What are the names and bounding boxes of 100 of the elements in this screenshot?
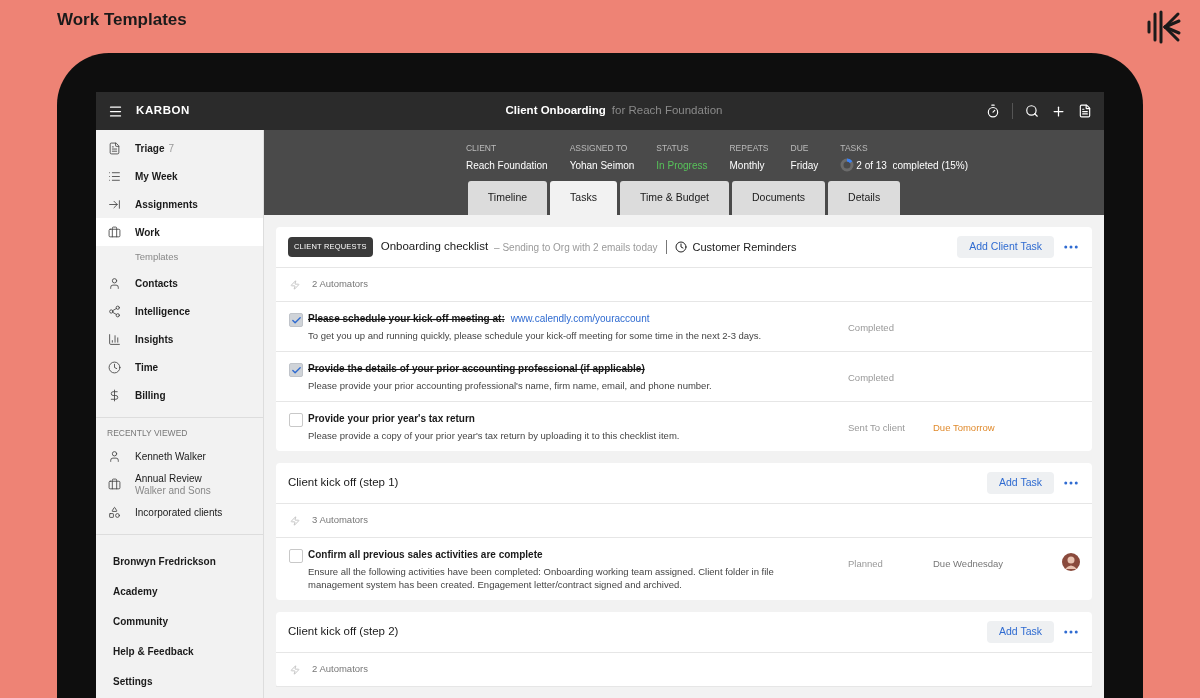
add-icon[interactable]	[1051, 103, 1066, 119]
recent-subtitle: Walker and Sons	[135, 484, 211, 497]
search-icon[interactable]	[1025, 104, 1039, 118]
field-label: REPEATS	[729, 142, 769, 155]
footer-link[interactable]: Settings	[96, 666, 263, 697]
field-value: Reach Foundation	[465, 158, 548, 173]
automators-count: 2 Automators	[312, 277, 368, 292]
clock-icon	[108, 360, 121, 374]
task-status: Planned	[848, 557, 884, 571]
task-description: Please provide a copy of your prior year's tax return by uploading it to this checklist item.	[308, 429, 681, 442]
task-description: Please provide your prior accounting professional's name, firm name, email, and phone number.	[308, 379, 713, 392]
nav-count: 7	[168, 141, 175, 156]
task-checkbox[interactable]	[289, 413, 303, 427]
person-icon	[108, 450, 121, 464]
section-title: Client kick off (step 2)	[288, 624, 399, 640]
field-value: 2 of 13 completed (15%)	[856, 158, 969, 173]
task-status: Completed	[848, 321, 895, 335]
tab[interactable]: Time & Budget	[619, 181, 729, 215]
task-checkbox[interactable]	[289, 313, 303, 327]
section-title: Client kick off (step 1)	[288, 475, 399, 491]
nav-label: My Week	[135, 169, 178, 184]
field-value: In Progress	[656, 158, 708, 173]
lightning-icon	[290, 279, 300, 290]
nav-item[interactable]: Assignments	[96, 190, 263, 218]
recent-item[interactable]: Kenneth Walker	[96, 442, 263, 471]
task-link[interactable]: www.calendly.com/youraccount	[510, 311, 650, 326]
field-value: Friday	[790, 158, 819, 173]
work-client: for Reach Foundation	[611, 103, 723, 119]
nav-item[interactable]: My Week	[96, 162, 263, 190]
recent-item[interactable]: Annual Review Walker and Sons	[96, 470, 263, 499]
lightning-icon	[290, 515, 300, 526]
nav-item[interactable]: Time	[96, 353, 263, 381]
task-status: Completed	[848, 371, 895, 385]
footer-link[interactable]: Bronwyn Fredrickson	[96, 546, 263, 577]
recent-label: Kenneth Walker	[135, 450, 206, 463]
field-label: ASSIGNED TO	[569, 142, 629, 155]
menu-icon[interactable]	[108, 103, 123, 119]
nav-label: Time	[135, 360, 159, 375]
nav-label: Intelligence	[135, 304, 190, 319]
tab[interactable]: Details	[828, 181, 901, 215]
page-title: Work Templates	[57, 8, 187, 31]
nav-label: Triage	[135, 141, 165, 156]
briefcase-icon	[108, 225, 121, 239]
section-title: Onboarding checklist	[380, 239, 489, 255]
task-due-date: Due Wednesday	[933, 557, 1005, 571]
document-icon	[108, 141, 121, 155]
dollar-icon	[108, 388, 121, 402]
field-value: Yohan Seimon	[569, 158, 635, 173]
network-icon	[108, 304, 121, 318]
task-checkbox[interactable]	[289, 363, 303, 377]
task-checkbox[interactable]	[289, 549, 303, 563]
reminder-link[interactable]: Customer Reminders	[692, 238, 797, 256]
field-label: STATUS	[656, 142, 690, 155]
nav-label: Work	[135, 225, 160, 240]
footer-link[interactable]: Help & Feedback	[96, 636, 263, 667]
brand-name: KARBON	[136, 103, 191, 119]
person-icon	[108, 276, 121, 290]
section-subtitle: – Sending to Org with 2 emails today	[494, 240, 658, 255]
arrow-icon	[108, 197, 121, 211]
nav-item[interactable]: Intelligence	[96, 297, 263, 325]
nav-label: Contacts	[135, 276, 178, 291]
tab[interactable]: Documents	[732, 181, 826, 215]
task-title: Confirm all previous sales activities are complete	[308, 548, 543, 562]
nav-label: Assignments	[135, 197, 198, 212]
clock-icon	[674, 241, 687, 253]
automators-count: 3 Automators	[312, 513, 368, 528]
field-label: CLIENT	[465, 142, 498, 155]
task-description: Ensure all the following activities have been completed: Onboarding working team assigned. Client folder in file management system has been created. Engagement letter/contract signed and archived.	[308, 565, 775, 591]
recent-item[interactable]: Incorporated clients	[96, 498, 263, 527]
briefcase-icon	[108, 478, 121, 492]
timer-icon[interactable]	[986, 104, 1000, 118]
tab[interactable]: Tasks	[550, 181, 617, 215]
bar-chart-icon	[108, 332, 121, 346]
add-task-button[interactable]: Add Task	[987, 472, 1054, 494]
tab[interactable]: Timeline	[467, 181, 548, 215]
nav-item[interactable]: Insights	[96, 325, 263, 353]
field-label: DUE	[790, 142, 810, 155]
task-description: To get you up and running quickly, please schedule your kick-off meeting for some time in the next 2-3 days.	[308, 329, 763, 342]
recent-label: Annual Review	[135, 472, 203, 485]
footer-link[interactable]: Academy	[96, 576, 263, 607]
nav-label: Insights	[135, 332, 174, 347]
shapes-icon	[108, 506, 121, 520]
add-task-button[interactable]: Add Task	[987, 621, 1054, 643]
nav-item[interactable]: Contacts	[96, 269, 263, 297]
nav-item[interactable]: Billing	[96, 381, 263, 409]
lightning-icon	[290, 664, 300, 675]
progress-ring	[840, 158, 855, 173]
task-title: Provide your prior year's tax return	[308, 412, 475, 426]
footer-link[interactable]: Community	[96, 606, 263, 637]
add-task-button[interactable]: Add Client Task	[957, 236, 1054, 258]
task-status: Sent To client	[848, 421, 906, 435]
task-due-date: Due Tomorrow	[933, 421, 996, 435]
task-title: Please schedule your kick-off meeting at:	[308, 312, 505, 326]
list-icon	[108, 169, 121, 183]
notes-icon[interactable]	[1078, 104, 1092, 118]
field-value: Monthly	[729, 158, 765, 173]
section-heading: RECENTLY VIEWED	[106, 427, 189, 440]
nav-item[interactable]: Triage 7	[96, 134, 263, 162]
nav-item[interactable]: Work	[96, 218, 263, 246]
work-title: Client Onboarding	[505, 103, 606, 119]
